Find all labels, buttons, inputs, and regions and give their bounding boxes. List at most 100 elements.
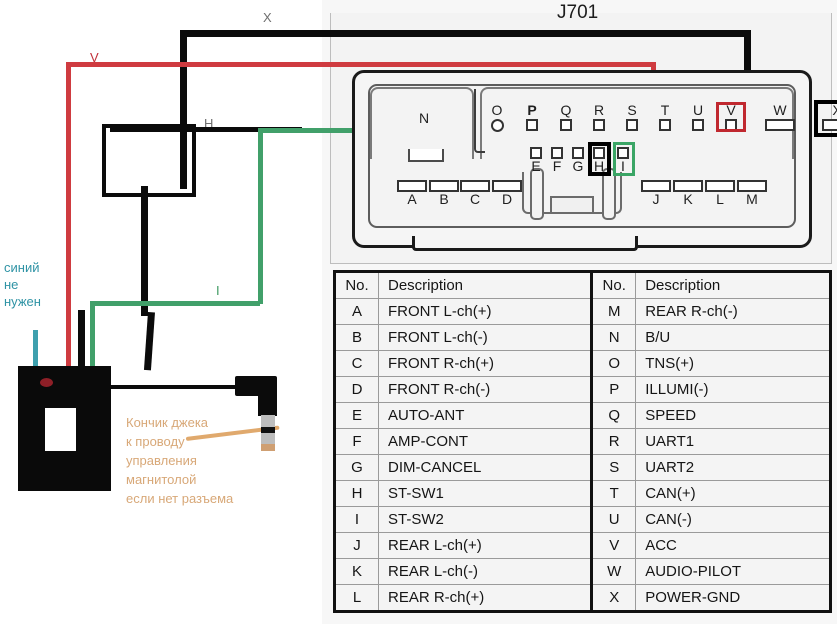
jack-note-line-2: к проводу [126, 434, 185, 449]
cell-no-T: T [590, 480, 637, 507]
pin-P: P [519, 103, 545, 131]
pin-N-label: N [418, 110, 430, 126]
pin-A: A [394, 178, 430, 206]
table-row: I ST-SW2 U CAN(-) [334, 506, 831, 533]
cell-desc-M: REAR R-ch(-) [635, 298, 831, 325]
cell-desc-J: REAR L-ch(+) [377, 532, 593, 559]
cell-desc-K: REAR L-ch(-) [377, 558, 593, 585]
cell-no-A: A [334, 298, 379, 325]
black-wire-h-branch [110, 126, 188, 132]
pin-R-label: R [593, 102, 605, 118]
cell-no-B: B [334, 324, 379, 351]
table-row: C FRONT R-ch(+) O TNS(+) [334, 350, 831, 377]
cell-desc-G: DIM-CANCEL [377, 454, 593, 481]
cell-no-J: J [334, 532, 379, 559]
cell-desc-V: ACC [635, 532, 831, 559]
pin-U-hole [692, 119, 704, 131]
pin-W: W [759, 102, 801, 131]
table-row: K REAR L-ch(-) W AUDIO-PILOT [334, 558, 831, 585]
cell-no-W: W [590, 558, 637, 585]
jack-sleeve-2 [261, 433, 275, 444]
cell-desc-U: CAN(-) [635, 506, 831, 533]
wiring-diagram-canvas: J701 X V H I синий не нужен Кончик джека… [0, 0, 837, 624]
blue-note-line-2: не [4, 277, 19, 292]
cell-no-U: U [590, 506, 637, 533]
pin-J: J [638, 178, 674, 206]
pin-M-label: M [746, 191, 758, 207]
pin-L-label: L [716, 191, 724, 207]
cell-no-N: N [590, 324, 637, 351]
cell-desc-C: FRONT R-ch(+) [377, 350, 593, 377]
cell-no-P: P [590, 376, 637, 403]
cell-no-M: M [590, 298, 637, 325]
table-row: F AMP-CONT R UART1 [334, 428, 831, 455]
pin-I-highlight [613, 142, 635, 176]
blue-unused-note: синий не нужен [4, 259, 41, 310]
page-title: J701 [557, 2, 599, 23]
pin-D: D [489, 178, 525, 206]
connector-bottom-notch [412, 236, 638, 251]
pin-R-hole [593, 119, 605, 131]
jack-tip-note: Кончик джека к проводу управления магнит… [126, 413, 233, 508]
table-row: A FRONT L-ch(+) M REAR R-ch(-) [334, 298, 831, 325]
pin-T: T [652, 102, 678, 131]
cell-desc-Q: SPEED [635, 402, 831, 429]
cell-desc-E: AUTO-ANT [377, 402, 593, 429]
cell-desc-P: ILLUMI(-) [635, 376, 831, 403]
pin-A-label: A [407, 191, 417, 207]
pin-T-hole [659, 119, 671, 131]
cell-no-I: I [334, 506, 379, 533]
pin-C: C [457, 178, 493, 206]
cell-desc-W: AUDIO-PILOT [635, 558, 831, 585]
pin-V-highlight [716, 102, 746, 132]
red-wire-vertical-left [66, 62, 71, 368]
cell-no-K: K [334, 558, 379, 585]
pin-H-highlight [588, 142, 611, 176]
connector-center-tab [550, 196, 594, 214]
pin-Q: Q [553, 103, 579, 131]
black-wire-top-horizontal [180, 30, 750, 37]
audio-jack-plug [235, 376, 297, 451]
cell-desc-F: AMP-CONT [377, 428, 593, 455]
cell-desc-T: CAN(+) [635, 480, 831, 507]
pin-O-label: O [491, 102, 503, 118]
pinout-table: No. Description No. Description A FRONT L-ch(… [333, 270, 832, 613]
x-wire-label: X [263, 10, 272, 25]
pin-S: S [619, 103, 645, 131]
power-led-icon [40, 378, 53, 387]
cell-no-S: S [590, 454, 637, 481]
cell-desc-N: B/U [635, 324, 831, 351]
cell-no-O: O [590, 350, 637, 377]
table-row: B FRONT L-ch(-) N B/U [334, 324, 831, 351]
cell-no-D: D [334, 376, 379, 403]
cell-desc-O: TNS(+) [635, 350, 831, 377]
pin-M: M [734, 178, 770, 206]
jack-note-line-1: Кончик джека [126, 415, 209, 430]
table-row: L REAR R-ch(+) X POWER-GND [334, 584, 831, 612]
connector-j701: N O P Q R S T U V W E F G H I A B C D J … [352, 70, 837, 251]
pin-C-label: C [469, 191, 481, 207]
pin-X-highlight [814, 100, 837, 137]
pin-K-label: K [683, 191, 693, 207]
cell-no-G: G [334, 454, 379, 481]
blue-note-line-1: синий [4, 260, 40, 275]
cell-desc-A: FRONT L-ch(+) [377, 298, 593, 325]
cell-desc-L: REAR R-ch(+) [377, 584, 593, 612]
header-no-right: No. [590, 271, 637, 299]
blue-wire-stub-top [33, 330, 38, 342]
pin-T-label: T [660, 102, 670, 118]
cell-no-L: L [334, 584, 379, 612]
pin-S-hole [626, 119, 638, 131]
jack-note-line-4: магнитолой [126, 472, 197, 487]
cell-no-C: C [334, 350, 379, 377]
pin-R: R [586, 102, 612, 131]
black-wire-to-device [141, 186, 148, 316]
harness-block-outline [102, 124, 196, 197]
table-row: H ST-SW1 T CAN(+) [334, 480, 831, 507]
black-wire-left-upper [180, 30, 187, 128]
cell-desc-X: POWER-GND [635, 584, 831, 612]
jack-note-line-3: управления [126, 453, 197, 468]
device-to-jack-cable [111, 385, 241, 389]
cell-no-H: H [334, 480, 379, 507]
pin-W-label: W [773, 102, 787, 118]
